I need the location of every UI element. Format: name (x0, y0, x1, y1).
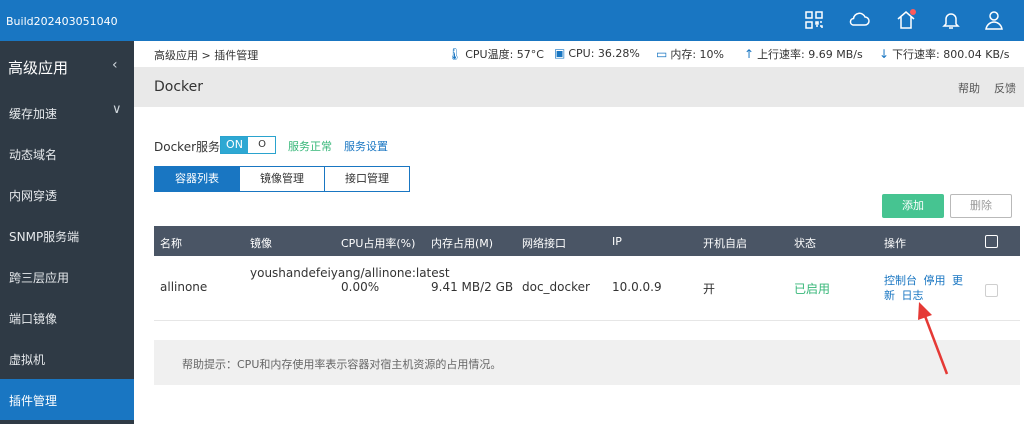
apps-grid-icon[interactable] (800, 6, 828, 34)
top-bar: Build202403051040 (0, 0, 1024, 41)
col-name: 名称 (160, 237, 182, 250)
upload-stat: ↑ 上行速率: 9.69 MB/s (744, 47, 863, 61)
sidebar-item-l3[interactable]: 跨三层应用 (0, 256, 134, 297)
chevron-down-icon: ∨ (112, 102, 122, 117)
sidebar-item-label: SNMP服务端 (9, 230, 80, 244)
tab-interface-management[interactable]: 接口管理 (324, 166, 410, 192)
sidebar-item-label: 跨三层应用 (9, 271, 70, 285)
sidebar-item-label: 缓存加速 (9, 107, 58, 121)
page-header: Docker 帮助 反馈 (134, 67, 1024, 107)
status-bar: 高级应用 > 插件管理 🌡 CPU温度: 57°C ▣ CPU: 36.28% ▭ 内… (134, 41, 1024, 67)
user-icon[interactable] (980, 6, 1008, 34)
sidebar-item-cache[interactable]: 缓存加速 ∨ (0, 92, 134, 133)
help-tip: 帮助提示：CPU和内存使用率表示容器对宿主机资源的占用情况。 (182, 358, 502, 371)
sidebar-item-label: 端口镜像 (9, 312, 58, 326)
sidebar-item-ddns[interactable]: 动态域名 (0, 133, 134, 174)
service-settings-link[interactable]: 服务设置 (344, 138, 388, 154)
sidebar-item-nat-traversal[interactable]: 内网穿透 (0, 174, 134, 215)
tab-container-list[interactable]: 容器列表 (154, 166, 240, 192)
chip-icon: ▣ (554, 46, 566, 60)
build-version: Build202403051040 (6, 15, 118, 28)
col-status: 状态 (794, 237, 816, 250)
row-actions: 控制台 停用 更新 日志 (884, 273, 974, 303)
mem-stat: ▭ 内存: 10% (656, 47, 724, 61)
col-iface: 网络接口 (522, 237, 566, 250)
cell-status: 已启用 (794, 282, 831, 296)
help-link[interactable]: 帮助 (958, 80, 980, 96)
page-title: Docker (154, 79, 204, 95)
col-mem: 内存占用(M) (431, 237, 494, 250)
row-checkbox[interactable] (985, 284, 998, 297)
col-image: 镜像 (250, 237, 272, 250)
cell-name: allinone (160, 280, 208, 294)
table-row: allinone youshandefeiyang/allinone:lates… (154, 256, 1020, 321)
cell-autostart: 开 (703, 282, 716, 296)
col-autostart: 开机自启 (703, 237, 747, 250)
sidebar-item-label: 内网穿透 (9, 189, 58, 203)
console-link[interactable]: 控制台 (884, 274, 917, 287)
cloud-icon[interactable] (845, 6, 873, 34)
arrow-down-icon: ↓ (879, 47, 890, 61)
help-tip-box: 帮助提示：CPU和内存使用率表示容器对宿主机资源的占用情况。 (154, 340, 1020, 385)
delete-button[interactable]: 删除 (950, 194, 1012, 218)
thermometer-icon: 🌡 (447, 47, 463, 61)
cpu-temp-stat: 🌡 CPU温度: 57°C (447, 47, 544, 61)
col-ip: IP (612, 235, 622, 248)
cell-cpu: 0.00% (341, 280, 380, 294)
docker-service-toggle[interactable]: ON O (220, 136, 276, 154)
cell-iface: doc_docker (522, 280, 590, 294)
toggle-off: O (258, 139, 266, 150)
sidebar-item-label: 插件管理 (9, 394, 58, 408)
cell-ip: 10.0.0.9 (612, 280, 662, 294)
sidebar-item-plugins[interactable]: 插件管理 (0, 379, 134, 420)
arrow-up-icon: ↑ (744, 47, 755, 61)
sidebar: 高级应用 ‹ 缓存加速 ∨ 动态域名 内网穿透 SNMP服务端 跨三层应用 端口… (0, 41, 134, 424)
sidebar-item-vm[interactable]: 虚拟机 (0, 338, 134, 379)
tab-image-management[interactable]: 镜像管理 (239, 166, 325, 192)
home-alert-icon[interactable] (892, 6, 920, 34)
table-header: 名称 镜像 CPU占用率(%) 内存占用(M) 网络接口 IP 开机自启 状态 … (154, 226, 1020, 256)
download-stat: ↓ 下行速率: 800.04 KB/s (879, 47, 1010, 61)
toggle-on: ON (221, 137, 248, 153)
bell-icon[interactable] (937, 6, 965, 34)
select-all-checkbox[interactable] (985, 235, 998, 248)
sidebar-item-label: 虚拟机 (9, 353, 46, 367)
col-ops: 操作 (884, 237, 906, 250)
sidebar-item-snmp[interactable]: SNMP服务端 (0, 215, 134, 256)
cpu-stat: ▣ CPU: 36.28% (554, 46, 640, 60)
sidebar-item-port-mirror[interactable]: 端口镜像 (0, 297, 134, 338)
sidebar-item-label: 动态域名 (9, 148, 58, 162)
docker-service-label: Docker服务 (154, 140, 221, 154)
sidebar-header[interactable]: 高级应用 ‹ (0, 41, 134, 92)
breadcrumb: 高级应用 > 插件管理 (154, 49, 259, 62)
feedback-link[interactable]: 反馈 (994, 80, 1016, 96)
sidebar-header-label: 高级应用 (8, 59, 69, 77)
col-cpu: CPU占用率(%) (341, 237, 416, 250)
service-status: 服务正常 (288, 140, 332, 153)
main-content: 高级应用 > 插件管理 🌡 CPU温度: 57°C ▣ CPU: 36.28% ▭ 内… (134, 41, 1024, 424)
collapse-icon[interactable]: ‹ (112, 57, 118, 73)
monitor-icon: ▭ (656, 47, 668, 61)
add-button[interactable]: 添加 (882, 194, 944, 218)
stop-link[interactable]: 停用 (924, 274, 946, 287)
cell-mem: 9.41 MB/2 GB (431, 280, 514, 294)
log-link[interactable]: 日志 (902, 289, 924, 302)
cell-image: youshandefeiyang/allinone:latest (250, 266, 450, 280)
